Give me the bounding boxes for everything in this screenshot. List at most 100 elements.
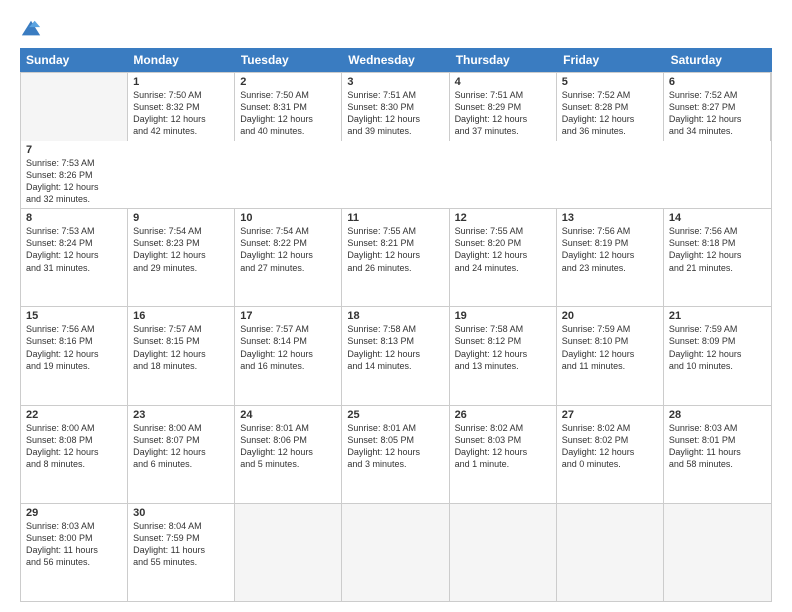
- day-info: Sunrise: 7:50 AM Sunset: 8:32 PM Dayligh…: [133, 89, 229, 138]
- cal-cell-12: 12Sunrise: 7:55 AM Sunset: 8:20 PM Dayli…: [450, 209, 557, 306]
- day-info: Sunrise: 7:56 AM Sunset: 8:16 PM Dayligh…: [26, 323, 122, 372]
- header-cell-tuesday: Tuesday: [235, 48, 342, 72]
- header-cell-sunday: Sunday: [20, 48, 127, 72]
- cal-cell-28: 28Sunrise: 8:03 AM Sunset: 8:01 PM Dayli…: [664, 406, 771, 503]
- calendar-row-4: 29Sunrise: 8:03 AM Sunset: 8:00 PM Dayli…: [21, 504, 771, 601]
- day-number: 27: [562, 409, 658, 421]
- calendar-body: 1Sunrise: 7:50 AM Sunset: 8:32 PM Daylig…: [20, 72, 772, 602]
- day-number: 4: [455, 76, 551, 88]
- cal-cell-30: 30Sunrise: 8:04 AM Sunset: 7:59 PM Dayli…: [128, 504, 235, 601]
- cal-cell-4: 4Sunrise: 7:51 AM Sunset: 8:29 PM Daylig…: [450, 73, 557, 141]
- cal-cell-17: 17Sunrise: 7:57 AM Sunset: 8:14 PM Dayli…: [235, 307, 342, 404]
- calendar-page: SundayMondayTuesdayWednesdayThursdayFrid…: [0, 0, 792, 612]
- day-info: Sunrise: 8:03 AM Sunset: 8:00 PM Dayligh…: [26, 520, 122, 569]
- cal-cell-empty-4: [450, 504, 557, 601]
- day-number: 16: [133, 310, 229, 322]
- calendar: SundayMondayTuesdayWednesdayThursdayFrid…: [20, 48, 772, 602]
- day-number: 11: [347, 212, 443, 224]
- cal-cell-22: 22Sunrise: 8:00 AM Sunset: 8:08 PM Dayli…: [21, 406, 128, 503]
- header-cell-friday: Friday: [557, 48, 664, 72]
- cal-cell-1: 1Sunrise: 7:50 AM Sunset: 8:32 PM Daylig…: [128, 73, 235, 141]
- day-info: Sunrise: 7:55 AM Sunset: 8:20 PM Dayligh…: [455, 225, 551, 274]
- day-number: 15: [26, 310, 122, 322]
- day-info: Sunrise: 8:01 AM Sunset: 8:05 PM Dayligh…: [347, 422, 443, 471]
- cal-cell-7: 7Sunrise: 7:53 AM Sunset: 8:26 PM Daylig…: [21, 141, 128, 209]
- day-info: Sunrise: 7:59 AM Sunset: 8:09 PM Dayligh…: [669, 323, 766, 372]
- cal-cell-9: 9Sunrise: 7:54 AM Sunset: 8:23 PM Daylig…: [128, 209, 235, 306]
- cal-cell-8: 8Sunrise: 7:53 AM Sunset: 8:24 PM Daylig…: [21, 209, 128, 306]
- day-number: 10: [240, 212, 336, 224]
- calendar-row-3: 22Sunrise: 8:00 AM Sunset: 8:08 PM Dayli…: [21, 406, 771, 504]
- day-number: 7: [26, 144, 123, 156]
- cal-cell-empty: [21, 73, 128, 141]
- day-number: 2: [240, 76, 336, 88]
- day-info: Sunrise: 8:04 AM Sunset: 7:59 PM Dayligh…: [133, 520, 229, 569]
- day-info: Sunrise: 8:01 AM Sunset: 8:06 PM Dayligh…: [240, 422, 336, 471]
- day-number: 20: [562, 310, 658, 322]
- cal-cell-2: 2Sunrise: 7:50 AM Sunset: 8:31 PM Daylig…: [235, 73, 342, 141]
- day-number: 3: [347, 76, 443, 88]
- day-info: Sunrise: 7:53 AM Sunset: 8:24 PM Dayligh…: [26, 225, 122, 274]
- day-number: 21: [669, 310, 766, 322]
- day-info: Sunrise: 7:56 AM Sunset: 8:18 PM Dayligh…: [669, 225, 766, 274]
- header-cell-monday: Monday: [127, 48, 234, 72]
- day-info: Sunrise: 8:02 AM Sunset: 8:02 PM Dayligh…: [562, 422, 658, 471]
- day-info: Sunrise: 7:53 AM Sunset: 8:26 PM Dayligh…: [26, 157, 123, 206]
- cal-cell-6: 6Sunrise: 7:52 AM Sunset: 8:27 PM Daylig…: [664, 73, 771, 141]
- cal-cell-5: 5Sunrise: 7:52 AM Sunset: 8:28 PM Daylig…: [557, 73, 664, 141]
- header: [20, 18, 772, 40]
- cal-cell-empty-5: [557, 504, 664, 601]
- cal-cell-14: 14Sunrise: 7:56 AM Sunset: 8:18 PM Dayli…: [664, 209, 771, 306]
- day-info: Sunrise: 7:51 AM Sunset: 8:29 PM Dayligh…: [455, 89, 551, 138]
- day-info: Sunrise: 8:03 AM Sunset: 8:01 PM Dayligh…: [669, 422, 766, 471]
- day-number: 23: [133, 409, 229, 421]
- cal-cell-23: 23Sunrise: 8:00 AM Sunset: 8:07 PM Dayli…: [128, 406, 235, 503]
- day-info: Sunrise: 7:58 AM Sunset: 8:13 PM Dayligh…: [347, 323, 443, 372]
- day-number: 24: [240, 409, 336, 421]
- calendar-row-2: 15Sunrise: 7:56 AM Sunset: 8:16 PM Dayli…: [21, 307, 771, 405]
- logo-icon: [20, 18, 42, 40]
- cal-cell-21: 21Sunrise: 7:59 AM Sunset: 8:09 PM Dayli…: [664, 307, 771, 404]
- day-info: Sunrise: 7:54 AM Sunset: 8:23 PM Dayligh…: [133, 225, 229, 274]
- day-info: Sunrise: 7:57 AM Sunset: 8:14 PM Dayligh…: [240, 323, 336, 372]
- day-number: 30: [133, 507, 229, 519]
- day-number: 22: [26, 409, 122, 421]
- day-info: Sunrise: 7:52 AM Sunset: 8:28 PM Dayligh…: [562, 89, 658, 138]
- cal-cell-empty-2: [235, 504, 342, 601]
- logo: [20, 18, 46, 40]
- calendar-row-0: 1Sunrise: 7:50 AM Sunset: 8:32 PM Daylig…: [21, 73, 771, 209]
- header-cell-saturday: Saturday: [665, 48, 772, 72]
- day-number: 6: [669, 76, 765, 88]
- header-cell-thursday: Thursday: [450, 48, 557, 72]
- day-info: Sunrise: 7:54 AM Sunset: 8:22 PM Dayligh…: [240, 225, 336, 274]
- day-info: Sunrise: 8:02 AM Sunset: 8:03 PM Dayligh…: [455, 422, 551, 471]
- header-cell-wednesday: Wednesday: [342, 48, 449, 72]
- day-info: Sunrise: 7:57 AM Sunset: 8:15 PM Dayligh…: [133, 323, 229, 372]
- cal-cell-18: 18Sunrise: 7:58 AM Sunset: 8:13 PM Dayli…: [342, 307, 449, 404]
- cal-cell-empty-6: [664, 504, 771, 601]
- cal-cell-13: 13Sunrise: 7:56 AM Sunset: 8:19 PM Dayli…: [557, 209, 664, 306]
- day-number: 12: [455, 212, 551, 224]
- cal-cell-27: 27Sunrise: 8:02 AM Sunset: 8:02 PM Dayli…: [557, 406, 664, 503]
- day-number: 26: [455, 409, 551, 421]
- cal-cell-15: 15Sunrise: 7:56 AM Sunset: 8:16 PM Dayli…: [21, 307, 128, 404]
- cal-cell-25: 25Sunrise: 8:01 AM Sunset: 8:05 PM Dayli…: [342, 406, 449, 503]
- day-number: 13: [562, 212, 658, 224]
- day-info: Sunrise: 7:52 AM Sunset: 8:27 PM Dayligh…: [669, 89, 765, 138]
- cal-cell-16: 16Sunrise: 7:57 AM Sunset: 8:15 PM Dayli…: [128, 307, 235, 404]
- cal-cell-26: 26Sunrise: 8:02 AM Sunset: 8:03 PM Dayli…: [450, 406, 557, 503]
- cal-cell-24: 24Sunrise: 8:01 AM Sunset: 8:06 PM Dayli…: [235, 406, 342, 503]
- day-info: Sunrise: 8:00 AM Sunset: 8:08 PM Dayligh…: [26, 422, 122, 471]
- calendar-header: SundayMondayTuesdayWednesdayThursdayFrid…: [20, 48, 772, 72]
- calendar-row-1: 8Sunrise: 7:53 AM Sunset: 8:24 PM Daylig…: [21, 209, 771, 307]
- day-number: 8: [26, 212, 122, 224]
- day-number: 14: [669, 212, 766, 224]
- day-info: Sunrise: 7:58 AM Sunset: 8:12 PM Dayligh…: [455, 323, 551, 372]
- cal-cell-11: 11Sunrise: 7:55 AM Sunset: 8:21 PM Dayli…: [342, 209, 449, 306]
- day-number: 25: [347, 409, 443, 421]
- day-number: 19: [455, 310, 551, 322]
- cal-cell-empty-3: [342, 504, 449, 601]
- cal-cell-29: 29Sunrise: 8:03 AM Sunset: 8:00 PM Dayli…: [21, 504, 128, 601]
- day-number: 18: [347, 310, 443, 322]
- day-info: Sunrise: 7:51 AM Sunset: 8:30 PM Dayligh…: [347, 89, 443, 138]
